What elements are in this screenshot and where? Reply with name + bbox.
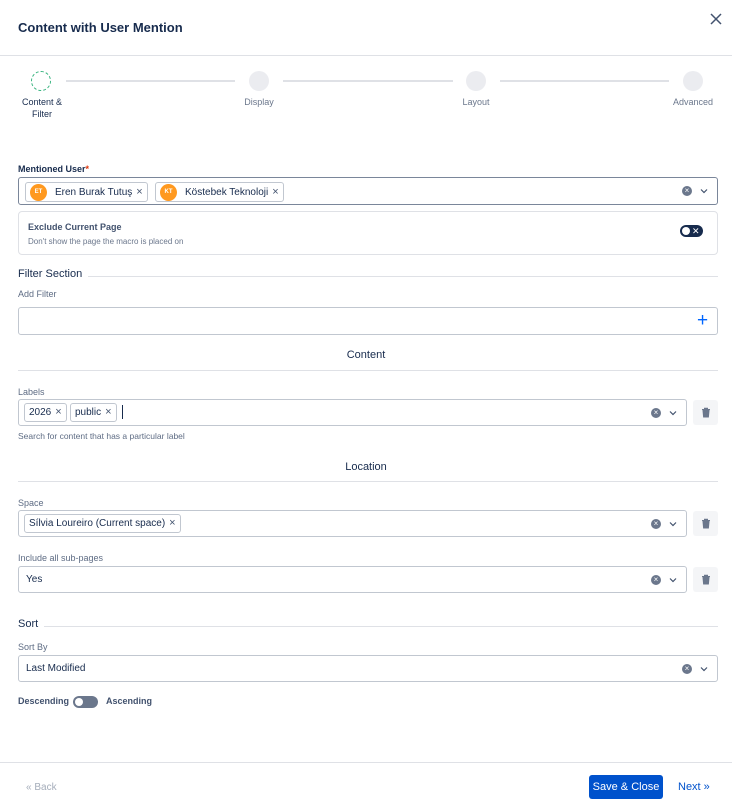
remove-chip-icon[interactable]: × xyxy=(169,518,175,529)
exclude-current-page-title: Exclude Current Page xyxy=(28,222,122,232)
stepper-connector xyxy=(500,80,669,82)
clear-icon[interactable]: × xyxy=(651,575,661,585)
remove-chip-icon[interactable]: × xyxy=(272,186,278,198)
sort-section-title: Sort xyxy=(18,618,39,630)
descending-label: Descending xyxy=(18,696,70,706)
step-content-filter-label[interactable]: Content & Filter xyxy=(12,96,72,120)
space-field-label: Space xyxy=(18,498,44,508)
subpages-value: Yes xyxy=(26,574,43,585)
space-select[interactable]: Sílvia Loureiro (Current space) × × xyxy=(18,510,687,537)
divider xyxy=(18,481,718,482)
clear-icon[interactable]: × xyxy=(682,664,692,674)
subpages-select[interactable]: Yes × xyxy=(18,566,687,593)
space-chip: Sílvia Loureiro (Current space) × xyxy=(24,514,181,533)
chevron-down-icon[interactable] xyxy=(699,664,709,674)
sort-order-toggle[interactable] xyxy=(73,696,98,708)
toggle-off-icon: ✕ xyxy=(692,226,700,236)
clear-icon[interactable]: × xyxy=(651,519,661,529)
divider xyxy=(88,276,718,277)
plus-icon[interactable]: + xyxy=(697,309,708,333)
labels-hint: Search for content that has a particular… xyxy=(18,431,185,441)
add-filter-label: Add Filter xyxy=(18,289,57,299)
labels-field-label: Labels xyxy=(18,387,45,397)
step-layout-label[interactable]: Layout xyxy=(446,96,506,108)
step-display-dot[interactable] xyxy=(249,71,269,91)
label-chip: 2026 × xyxy=(24,403,67,422)
trash-icon xyxy=(701,574,710,585)
close-icon[interactable] xyxy=(708,11,724,27)
save-close-button[interactable]: Save & Close xyxy=(589,775,663,799)
avatar: KT xyxy=(160,183,177,201)
back-button[interactable]: « Back xyxy=(26,782,57,793)
space-chip-text: Sílvia Loureiro (Current space) xyxy=(29,518,166,529)
chevron-down-icon[interactable] xyxy=(699,186,709,196)
filter-section-title: Filter Section xyxy=(18,268,83,280)
user-chip-name: Eren Burak Tutuş xyxy=(55,186,133,198)
chevron-down-icon[interactable] xyxy=(668,519,678,529)
stepper-connector xyxy=(66,80,235,82)
labels-select[interactable]: 2026 × public × × xyxy=(18,399,687,426)
sort-by-label: Sort By xyxy=(18,642,48,652)
location-group-title: Location xyxy=(345,461,387,473)
exclude-current-page-description: Don't show the page the macro is placed … xyxy=(28,237,184,246)
remove-chip-icon[interactable]: × xyxy=(136,186,142,198)
trash-icon xyxy=(701,518,710,529)
delete-space-filter-button[interactable] xyxy=(693,511,718,536)
user-chip: ET Eren Burak Tutuş × xyxy=(25,182,148,202)
divider xyxy=(18,370,718,371)
required-mark: * xyxy=(85,164,90,174)
mentioned-user-label: Mentioned User* xyxy=(18,164,90,174)
clear-icon[interactable]: × xyxy=(651,408,661,418)
label-chip-text: 2026 xyxy=(29,407,52,418)
subpages-field-label: Include all sub-pages xyxy=(18,553,104,563)
exclude-current-page-toggle[interactable]: ✕ xyxy=(680,225,703,237)
remove-chip-icon[interactable]: × xyxy=(105,407,111,418)
step-advanced-dot[interactable] xyxy=(683,71,703,91)
add-filter-input[interactable]: + xyxy=(18,307,718,335)
user-chip-name: Köstebek Teknoloji xyxy=(185,186,269,198)
mentioned-user-select[interactable]: ET Eren Burak Tutuş × KT Köstebek Teknol… xyxy=(18,177,718,205)
label-chip: public × xyxy=(70,403,117,422)
exclude-current-page-card: Exclude Current Page Don't show the page… xyxy=(18,211,718,255)
step-layout-dot[interactable] xyxy=(466,71,486,91)
sort-by-select[interactable]: Last Modified × xyxy=(18,655,718,682)
text-caret xyxy=(122,405,123,419)
clear-icon[interactable]: × xyxy=(682,186,692,196)
label-chip-text: public xyxy=(75,407,102,418)
remove-chip-icon[interactable]: × xyxy=(55,407,61,418)
avatar: ET xyxy=(30,183,47,201)
trash-icon xyxy=(701,407,710,418)
step-display-label[interactable]: Display xyxy=(229,96,289,108)
delete-subpages-filter-button[interactable] xyxy=(693,567,718,592)
stepper-connector xyxy=(283,80,453,82)
sort-by-value: Last Modified xyxy=(26,663,86,674)
next-button[interactable]: Next » xyxy=(678,781,710,793)
content-group-title: Content xyxy=(346,349,386,361)
chevron-down-icon[interactable] xyxy=(668,408,678,418)
step-advanced-label[interactable]: Advanced xyxy=(663,96,723,108)
user-chip: KT Köstebek Teknoloji × xyxy=(155,182,284,202)
toggle-knob xyxy=(682,227,690,235)
chevron-down-icon[interactable] xyxy=(668,575,678,585)
step-content-filter-dot[interactable] xyxy=(31,71,51,91)
dialog-title: Content with User Mention xyxy=(18,20,183,35)
ascending-label: Ascending xyxy=(106,696,153,706)
delete-labels-filter-button[interactable] xyxy=(693,400,718,425)
divider xyxy=(44,626,718,627)
toggle-knob xyxy=(75,698,83,706)
